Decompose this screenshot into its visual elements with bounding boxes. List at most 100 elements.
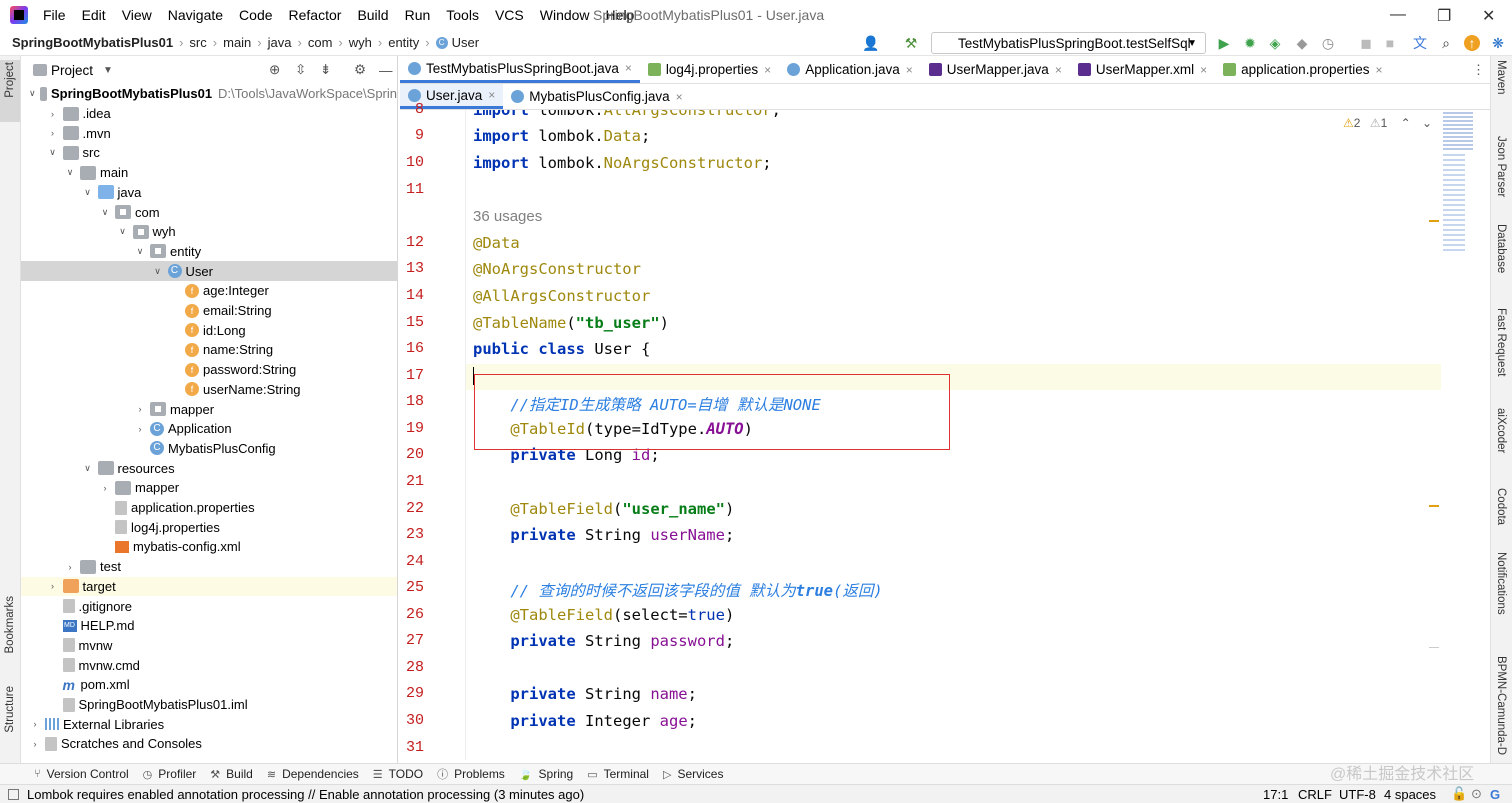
line-number[interactable]: 18 — [400, 393, 424, 410]
tool-terminal[interactable]: ▭ Terminal — [587, 767, 649, 781]
tree-item[interactable]: ∨ resources — [21, 458, 397, 478]
line-number[interactable]: 28 — [400, 659, 424, 676]
line-number[interactable]: 24 — [400, 553, 424, 570]
tool-project[interactable]: Project — [4, 62, 16, 98]
chevron-down-icon[interactable]: ∨ — [117, 226, 129, 237]
close-tab-icon[interactable]: × — [906, 63, 913, 77]
tree-item[interactable]: ∨ wyh — [21, 222, 397, 242]
chevron-right-icon[interactable]: › — [47, 128, 59, 138]
menu-view[interactable]: View — [122, 7, 152, 23]
tree-item[interactable]: f id:Long — [21, 320, 397, 340]
menu-file[interactable]: File — [43, 7, 66, 23]
sync-icon[interactable]: ⊙ — [1471, 786, 1482, 802]
chevron-right-icon[interactable]: › — [47, 581, 59, 591]
chevron-down-icon[interactable]: ∨ — [82, 187, 94, 198]
tree-item[interactable]: ∨ com — [21, 202, 397, 222]
chevron-right-icon[interactable]: › — [134, 424, 146, 434]
line-number[interactable]: 13 — [400, 260, 424, 277]
tree-item[interactable]: SpringBootMybatisPlus01.iml — [21, 695, 397, 715]
close-tab-icon[interactable]: × — [1200, 63, 1207, 77]
more-tabs-icon[interactable]: ⋮ — [1472, 62, 1485, 78]
tool-notifications[interactable]: Notifications — [1495, 552, 1507, 615]
line-number[interactable]: 9 — [400, 127, 424, 144]
breadcrumb-user[interactable]: User — [452, 35, 479, 50]
tree-item[interactable]: ∨ entity — [21, 242, 397, 262]
tree-item[interactable]: ∨ SpringBootMybatisPlus01 D:\Tools\JavaWor… — [21, 84, 397, 104]
tree-item[interactable]: ∨ java — [21, 183, 397, 203]
menu-edit[interactable]: Edit — [82, 7, 106, 23]
breadcrumb-src[interactable]: src — [189, 35, 206, 50]
tree-item[interactable]: mvnw — [21, 636, 397, 656]
expand-all-icon[interactable]: ⇳ — [295, 62, 306, 78]
tree-item[interactable]: f age:Integer — [21, 281, 397, 301]
gear-icon[interactable]: ⚙ — [354, 62, 366, 78]
breadcrumb-com[interactable]: com — [308, 35, 333, 50]
line-number[interactable]: 10 — [400, 154, 424, 171]
usages-hint[interactable]: 36 usages — [473, 208, 542, 225]
line-number[interactable]: 20 — [400, 446, 424, 463]
line-number[interactable]: 30 — [400, 712, 424, 729]
tree-item[interactable]: MD HELP.md — [21, 616, 397, 636]
debug-icon[interactable]: ✹ — [1242, 35, 1258, 51]
locate-icon[interactable]: ⊕ — [269, 62, 280, 78]
inspection-widget[interactable]: ⚠2 ⚠1 ⌃ ⌄ — [1343, 116, 1432, 130]
file-encoding[interactable]: UTF-8 — [1339, 787, 1376, 802]
close-tab-icon[interactable]: × — [676, 90, 683, 104]
tree-item[interactable]: › target — [21, 576, 397, 597]
close-tab-icon[interactable]: × — [764, 63, 771, 77]
tree-item[interactable]: › Scratches and Consoles — [21, 734, 397, 754]
line-number[interactable]: 14 — [400, 287, 424, 304]
hammer-icon[interactable]: ⚒ — [903, 35, 919, 51]
chevron-right-icon[interactable]: › — [64, 562, 76, 572]
editor-tab[interactable]: MybatisPlusConfig.java × — [503, 84, 690, 109]
close-tab-icon[interactable]: × — [1375, 63, 1382, 77]
chevron-up-icon[interactable]: ⌃ — [1401, 116, 1411, 130]
tree-item[interactable]: › .mvn — [21, 123, 397, 143]
tool-structure[interactable]: Structure — [4, 686, 16, 733]
tree-item[interactable]: mvnw.cmd — [21, 655, 397, 675]
menu-navigate[interactable]: Navigate — [168, 7, 223, 23]
run-icon[interactable]: ▶ — [1216, 35, 1232, 51]
translate-icon[interactable]: 文 — [1412, 35, 1428, 51]
tree-item[interactable]: › C Application — [21, 419, 397, 439]
chevron-right-icon[interactable]: › — [99, 483, 111, 493]
jetbrains-ai-icon[interactable]: ❋ — [1490, 35, 1506, 51]
line-number[interactable]: 29 — [400, 685, 424, 702]
tree-item[interactable]: ∨ C User — [21, 261, 397, 281]
chevron-down-icon[interactable]: ∨ — [47, 147, 59, 158]
project-panel-title[interactable]: Project — [51, 63, 93, 78]
chevron-down-icon[interactable]: ∨ — [134, 246, 146, 257]
tool-profiler[interactable]: ◷ Profiler — [143, 767, 197, 781]
close-tab-icon[interactable]: × — [625, 61, 632, 75]
breadcrumb-java[interactable]: java — [268, 35, 292, 50]
cursor-position[interactable]: 17:1 — [1263, 787, 1288, 802]
editor-tab[interactable]: UserMapper.xml × — [1070, 56, 1215, 83]
tool-dependencies[interactable]: ≋ Dependencies — [267, 767, 359, 781]
tool-spring[interactable]: 🍃 Spring — [519, 767, 573, 781]
chevron-right-icon[interactable]: › — [29, 739, 41, 749]
indent-setting[interactable]: 4 spaces — [1384, 787, 1436, 802]
chevron-down-icon[interactable]: ▼ — [103, 65, 113, 76]
line-number[interactable]: 11 — [400, 181, 424, 198]
chevron-down-icon[interactable]: ∨ — [64, 167, 76, 178]
user-icon[interactable]: 👤 — [862, 35, 879, 51]
editor-tab[interactable]: log4j.properties × — [640, 56, 779, 83]
chevron-right-icon[interactable]: › — [134, 404, 146, 414]
tree-item[interactable]: application.properties — [21, 498, 397, 518]
tree-item[interactable]: log4j.properties — [21, 517, 397, 537]
line-number[interactable]: 21 — [400, 473, 424, 490]
tool-bpmn[interactable]: BPMN-Camunda-D — [1495, 656, 1507, 755]
chevron-right-icon[interactable]: › — [47, 109, 59, 119]
line-number[interactable]: 19 — [400, 420, 424, 437]
breadcrumb-project[interactable]: SpringBootMybatisPlus01 — [12, 35, 173, 50]
tree-item[interactable]: f password:String — [21, 360, 397, 380]
tree-item[interactable]: › test — [21, 557, 397, 577]
breadcrumb-entity[interactable]: entity — [388, 35, 419, 50]
line-number[interactable]: 17 — [400, 367, 424, 384]
line-separator[interactable]: CRLF — [1298, 787, 1332, 802]
line-number[interactable]: 27 — [400, 632, 424, 649]
line-number[interactable]: 25 — [400, 579, 424, 596]
close-icon[interactable]: ✕ — [1482, 6, 1495, 26]
line-number[interactable]: 31 — [400, 739, 424, 756]
tool-json-parser[interactable]: Json Parser — [1495, 136, 1507, 197]
